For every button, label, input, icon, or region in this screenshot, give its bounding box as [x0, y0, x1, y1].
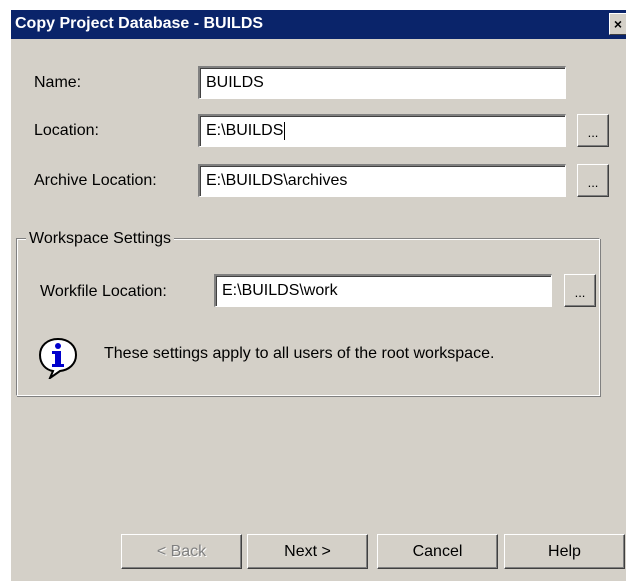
- help-button[interactable]: Help: [504, 534, 625, 569]
- title-bar[interactable]: Copy Project Database - BUILDS ×: [11, 10, 626, 39]
- name-field[interactable]: BUILDS: [198, 66, 566, 99]
- archive-location-field-value: E:\BUILDS\archives: [206, 172, 348, 189]
- workfile-location-browse-label: ...: [574, 285, 586, 300]
- workfile-location-field[interactable]: E:\BUILDS\work: [214, 274, 552, 307]
- archive-location-browse-label: ...: [587, 175, 599, 190]
- cancel-button[interactable]: Cancel: [377, 534, 498, 569]
- text-caret: [284, 122, 286, 140]
- workfile-location-browse-button[interactable]: ...: [564, 274, 596, 307]
- workspace-settings-legend: Workspace Settings: [26, 230, 174, 248]
- location-field-value: E:\BUILDS: [206, 122, 284, 139]
- workfile-location-label: Workfile Location:: [40, 283, 167, 300]
- location-browse-button[interactable]: ...: [577, 114, 609, 147]
- location-label: Location:: [34, 122, 99, 139]
- location-browse-label: ...: [587, 125, 599, 140]
- window-title: Copy Project Database - BUILDS: [15, 15, 264, 32]
- workfile-location-field-value: E:\BUILDS\work: [222, 282, 338, 299]
- close-icon: ×: [613, 16, 623, 32]
- name-label: Name:: [34, 74, 82, 91]
- back-button[interactable]: < Back: [121, 534, 242, 569]
- archive-location-label: Archive Location:: [34, 172, 157, 189]
- archive-location-field[interactable]: E:\BUILDS\archives: [198, 164, 566, 197]
- info-message: These settings apply to all users of the…: [104, 345, 495, 362]
- info-icon: [38, 337, 78, 379]
- next-button[interactable]: Next >: [247, 534, 368, 569]
- location-field[interactable]: E:\BUILDS: [198, 114, 566, 147]
- name-field-value: BUILDS: [206, 74, 264, 91]
- workspace-settings-group: [16, 238, 600, 396]
- close-button[interactable]: ×: [609, 13, 626, 35]
- archive-location-browse-button[interactable]: ...: [577, 164, 609, 197]
